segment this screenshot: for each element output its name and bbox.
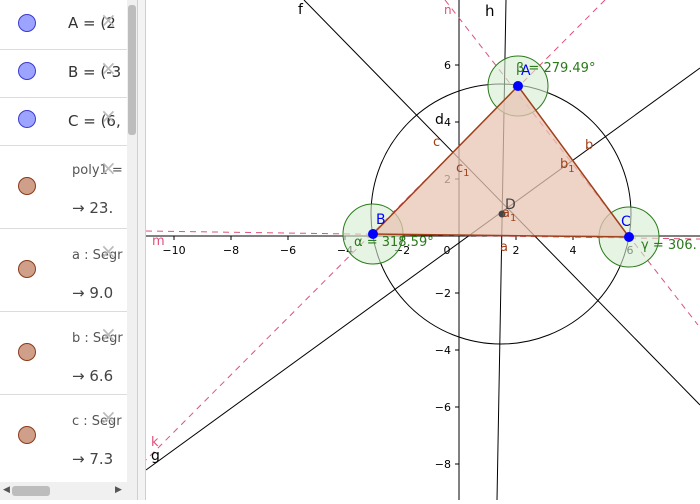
arrow-icon: → (72, 367, 85, 385)
algebra-row-point-c[interactable]: C = (6, × (0, 98, 137, 146)
line-g (145, 67, 700, 471)
segment-c-value: → 7.3 (72, 450, 114, 468)
arrow-icon: → (72, 450, 85, 468)
poly1-value: → 23. (72, 199, 114, 217)
delete-icon[interactable]: × (100, 239, 117, 263)
label-a: a (500, 240, 508, 255)
scroll-right-icon[interactable]: ▶ (115, 485, 122, 495)
x-tick-label: −6 (280, 244, 296, 257)
label-point-d: D (505, 197, 516, 213)
scrollbar-thumb[interactable] (128, 5, 136, 135)
graphics-view[interactable]: −10−8−6−4−20246642−2−4−6−8 f h g k m n d… (145, 0, 700, 501)
view-divider[interactable] (137, 0, 146, 500)
y-tick-label: 6 (444, 59, 451, 72)
x-tick-label: −8 (223, 244, 239, 257)
label-g: g (151, 448, 160, 464)
label-c: c (433, 135, 440, 150)
delete-icon[interactable]: × (100, 322, 117, 346)
y-tick-label: 4 (444, 116, 451, 129)
delete-icon[interactable]: × (100, 56, 117, 80)
visibility-toggle-icon[interactable] (18, 14, 36, 32)
graphics-canvas[interactable]: −10−8−6−4−20246642−2−4−6−8 f h g k m n d… (145, 0, 700, 501)
label-angle-alpha: α = 318.59° (354, 235, 434, 250)
visibility-toggle-icon[interactable] (18, 177, 36, 195)
arrow-icon: → (72, 284, 85, 302)
label-d: d (435, 112, 444, 128)
y-tick-label: −4 (435, 344, 451, 357)
x-tick-label: −10 (162, 244, 185, 257)
label-m: m (152, 234, 165, 249)
y-tick-label: −8 (435, 458, 451, 471)
algebra-vertical-scrollbar[interactable] (127, 0, 137, 482)
x-tick-label: 0 (444, 244, 451, 257)
label-point-c: C (621, 214, 631, 230)
visibility-toggle-icon[interactable] (18, 343, 36, 361)
label-angle-gamma: γ = 306. (641, 238, 697, 253)
point-a[interactable] (513, 81, 523, 91)
delete-icon[interactable]: × (100, 156, 117, 180)
delete-icon[interactable]: × (100, 8, 117, 32)
label-point-b: B (376, 212, 386, 228)
x-tick-label: 2 (513, 244, 520, 257)
algebra-horizontal-scrollbar[interactable]: ◀ ▶ (0, 482, 137, 500)
segment-b-value: → 6.6 (72, 367, 114, 385)
algebra-row-poly1[interactable]: poly1 = × → 23. (0, 146, 137, 229)
algebra-view: A = (2 × B = (-3 × C = (6, × poly1 = × →… (0, 0, 137, 482)
scrollbar-thumb[interactable] (12, 486, 50, 496)
visibility-toggle-icon[interactable] (18, 260, 36, 278)
algebra-row-segment-a[interactable]: a : Segr × → 9.0 (0, 229, 137, 312)
arrow-icon: → (72, 199, 85, 217)
scroll-left-icon[interactable]: ◀ (3, 485, 10, 495)
algebra-row-segment-c[interactable]: c : Segr × → 7.3 (0, 395, 137, 482)
algebra-row-point-b[interactable]: B = (-3 × (0, 50, 137, 98)
y-tick-label: −2 (435, 287, 451, 300)
label-n: n (444, 3, 452, 17)
visibility-toggle-icon[interactable] (18, 110, 36, 128)
label-k: k (151, 435, 159, 450)
x-tick-label: 4 (570, 244, 577, 257)
point-c[interactable] (624, 232, 634, 242)
label-h: h (485, 2, 495, 20)
label-f: f (298, 2, 304, 18)
label-angle-beta: β = 279.49° (516, 61, 595, 76)
delete-icon[interactable]: × (100, 405, 117, 429)
algebra-row-point-a[interactable]: A = (2 × (0, 0, 137, 50)
label-b: b (585, 138, 593, 153)
visibility-toggle-icon[interactable] (18, 62, 36, 80)
delete-icon[interactable]: × (100, 104, 117, 128)
y-tick-label: −6 (435, 401, 451, 414)
visibility-toggle-icon[interactable] (18, 426, 36, 444)
segment-a-value: → 9.0 (72, 284, 114, 302)
algebra-row-segment-b[interactable]: b : Segr × → 6.6 (0, 312, 137, 395)
